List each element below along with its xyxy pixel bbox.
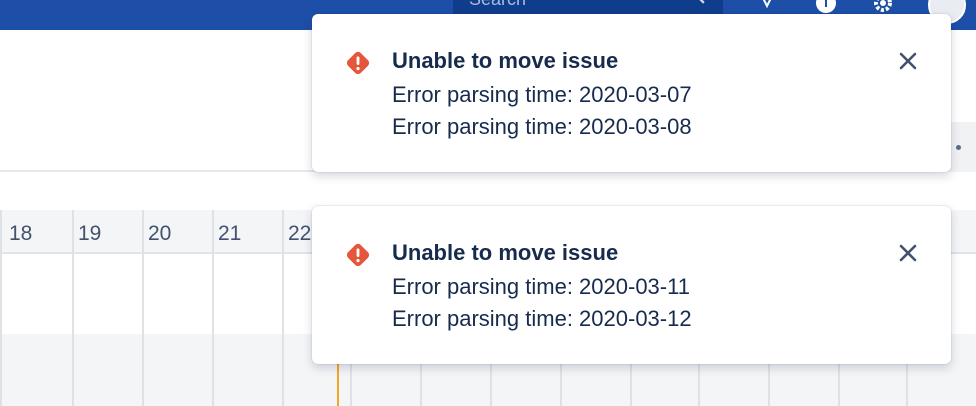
toast-title: Unable to move issue [392,48,619,73]
grid-line [72,210,74,406]
warning-icon [346,51,370,75]
day-label-22: 22 [288,222,312,245]
grid-line [212,210,214,406]
toast-message-line: Error parsing time: 2020-03-07 [392,82,692,107]
help-icon[interactable] [815,0,837,14]
day-label-20: 20 [148,222,172,245]
grid-line [282,210,284,406]
error-toast: Unable to move issue Error parsing time:… [312,206,951,364]
toast-title: Unable to move issue [392,240,619,265]
search-icon [699,0,705,4]
day-label-19: 19 [78,222,102,245]
day-label-21: 21 [218,222,242,245]
more-dot-icon [956,145,961,150]
grid-line [142,210,144,406]
notifications-icon[interactable] [756,0,778,14]
warning-icon [346,243,370,267]
toast-message-line: Error parsing time: 2020-03-12 [392,306,692,331]
settings-icon[interactable] [872,0,894,14]
grid-line [0,210,2,406]
day-label-18: 18 [9,222,33,245]
close-icon[interactable] [894,47,922,75]
toast-message-line: Error parsing time: 2020-03-11 [392,274,690,299]
toast-message-line: Error parsing time: 2020-03-08 [392,114,692,139]
close-icon[interactable] [894,239,922,267]
error-toast: Unable to move issue Error parsing time:… [312,14,951,172]
search-placeholder: Search [469,0,526,12]
